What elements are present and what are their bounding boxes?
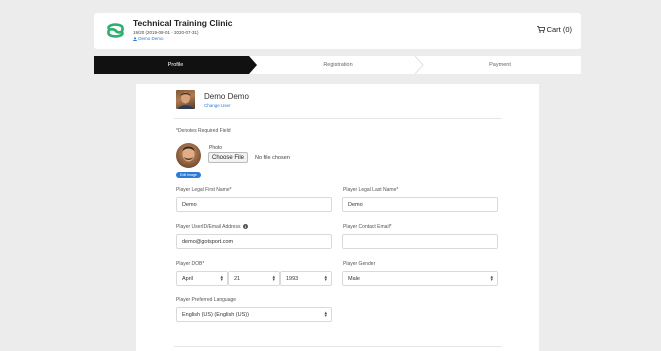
header-user-name: Demo Demo: [138, 36, 164, 41]
cart-icon: [536, 26, 545, 33]
dob-month-select[interactable]: April ▴ ▾: [176, 271, 228, 286]
contact-email-field[interactable]: [342, 234, 498, 249]
info-icon[interactable]: i: [242, 224, 248, 230]
email-label: Player UserID/Email Address i: [176, 224, 248, 230]
dob-day-value: 21: [234, 275, 241, 282]
cart-button[interactable]: Cart (0): [536, 25, 572, 34]
current-user-name: Demo Demo: [204, 92, 249, 101]
contact-email-label: Player Contact Email*: [343, 224, 392, 230]
divider: [174, 118, 502, 119]
select-caret-icon: ▴ ▾: [490, 273, 493, 283]
player-photo: [176, 143, 201, 168]
page-header: Technical Training Clinic 19/20 (2019-08…: [94, 13, 581, 49]
language-select[interactable]: English (US) (English (US)) ▴ ▾: [176, 307, 332, 322]
step-payment[interactable]: Payment: [419, 56, 581, 74]
dob-label: Player DOB*: [176, 261, 205, 267]
email-field[interactable]: demo@gotsport.com: [176, 234, 332, 249]
last-name-label: Player Legal Last Name*: [343, 187, 399, 193]
first-name-field[interactable]: Demo: [176, 197, 332, 212]
header-user-link[interactable]: Demo Demo: [133, 36, 164, 41]
avatar: [176, 90, 195, 109]
gender-label: Player Gender: [343, 261, 376, 267]
gender-value: Male: [348, 275, 360, 282]
step-profile[interactable]: Profile: [94, 56, 257, 74]
photo-label: Photo: [209, 145, 223, 151]
current-user-row: [176, 90, 195, 109]
last-name-field[interactable]: Demo: [342, 197, 498, 212]
user-icon: [133, 37, 137, 41]
season-dates: 19/20 (2019-08-01 - 2020-07-31): [133, 30, 199, 35]
choose-file-button[interactable]: Choose File: [208, 152, 249, 163]
step-registration[interactable]: Registration: [257, 56, 419, 74]
first-name-label: Player Legal First Name*: [176, 187, 232, 193]
step-payment-label: Payment: [489, 62, 511, 68]
select-caret-icon: ▴ ▾: [220, 273, 223, 283]
dob-year-value: 1993: [286, 275, 299, 282]
avatar-face-icon: [178, 92, 193, 109]
language-label: Player Preferred Language: [176, 297, 237, 303]
profile-form-card: Demo Demo Change User *Denotes Required …: [136, 84, 539, 351]
club-name: Technical Training Clinic: [133, 18, 233, 28]
language-value: English (US) (English (US)): [182, 311, 249, 318]
change-user-link[interactable]: Change User: [204, 103, 231, 108]
step-registration-label: Registration: [323, 62, 353, 68]
required-field-note: *Denotes Required Field: [176, 128, 231, 134]
edit-image-button[interactable]: Edit Image: [176, 172, 201, 178]
registration-steps: Profile Registration Payment: [94, 56, 581, 74]
email-label-text: Player UserID/Email Address: [176, 224, 241, 230]
gender-select[interactable]: Male ▴ ▾: [342, 271, 498, 286]
select-caret-icon: ▴ ▾: [272, 273, 275, 283]
divider: [174, 346, 502, 347]
club-logo-icon[interactable]: [105, 20, 126, 41]
player-photo-face-icon: [182, 146, 195, 162]
dob-year-select[interactable]: 1993 ▴ ▾: [280, 271, 332, 286]
no-file-chosen-text: No file chosen: [255, 155, 290, 161]
step-profile-label: Profile: [167, 62, 184, 68]
cart-label: Cart (0): [546, 25, 572, 34]
select-caret-icon: ▴ ▾: [324, 309, 327, 319]
dob-month-value: April: [182, 275, 194, 282]
dob-day-select[interactable]: 21 ▴ ▾: [228, 271, 280, 286]
select-caret-icon: ▴ ▾: [324, 273, 327, 283]
